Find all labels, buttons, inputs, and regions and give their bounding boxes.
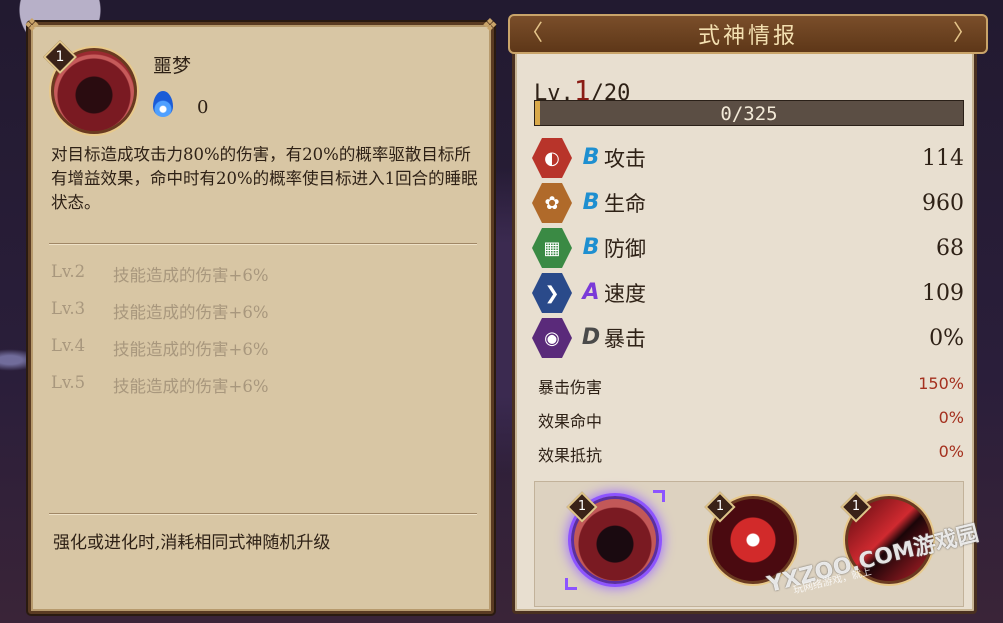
corner-ornament-icon: ❖ (23, 15, 41, 36)
level-label: Lv.4 (51, 336, 86, 355)
eye-icon: ◉ (532, 318, 572, 358)
level-label: Lv.3 (51, 299, 86, 318)
stat-name: 攻击 (604, 147, 646, 171)
level-effect: 技能造成的伤害+6% (113, 266, 269, 285)
stat-value: 109 (922, 280, 964, 306)
level-effect: 技能造成的伤害+6% (113, 303, 269, 322)
skill-avatar: 1 (43, 40, 140, 137)
skill-name: 噩梦 (153, 55, 192, 77)
header-ornament-icon: 〉 (952, 21, 975, 46)
sub-stat-effect-hit: 效果命中 0% (538, 408, 964, 432)
sub-stat-value: 0% (938, 408, 964, 427)
stat-row-crit: ◉ D 暴击 0% (532, 317, 964, 359)
armor-icon: ▦ (532, 228, 572, 268)
stat-value: 0% (929, 325, 964, 351)
stat-name: 速度 (604, 282, 646, 306)
skill-detail-panel: ❖ ❖ 1 噩梦 0 对目标造成攻击力80%的伤害，有20%的概率驱散目标所有增… (24, 15, 498, 614)
stat-grade: B (582, 145, 600, 170)
stat-name: 生命 (604, 192, 646, 216)
stat-value: 960 (922, 190, 964, 216)
stat-row-hp: ✿ B 生命 960 (532, 182, 964, 224)
selection-corner (653, 490, 665, 502)
stat-row-speed: ❯ A 速度 109 (532, 272, 964, 314)
level-upgrade-list: Lv.2 技能造成的伤害+6% Lv.3 技能造成的伤害+6% Lv.4 技能造… (51, 262, 471, 410)
sub-stat-name: 效果抵抗 (538, 446, 603, 465)
skill-cost: 0 (197, 97, 209, 118)
header-ornament-icon: 〈 (520, 21, 543, 46)
stat-row-defense: ▦ B 防御 68 (532, 227, 964, 269)
skill-level: 1 (851, 499, 861, 514)
stat-grade: B (582, 235, 600, 260)
stat-grade: D (581, 325, 601, 350)
sub-stat-name: 效果命中 (538, 412, 603, 431)
level-label: Lv.5 (51, 373, 86, 392)
list-item: Lv.2 技能造成的伤害+6% (51, 262, 471, 299)
upgrade-note: 强化或进化时,消耗相同式神随机升级 (53, 533, 331, 553)
sub-stat-value: 150% (918, 374, 964, 393)
sub-stat-name: 暴击伤害 (538, 378, 603, 397)
divider (49, 243, 477, 245)
stat-row-attack: ◐ B 攻击 114 (532, 137, 964, 179)
stat-name: 防御 (604, 237, 646, 261)
panel-header: 〈 式神情报 〉 (508, 14, 988, 54)
level-badge-number: 1 (55, 49, 65, 65)
fan-icon: ◐ (532, 138, 572, 178)
exp-text: 0/325 (720, 103, 778, 125)
divider (49, 513, 477, 515)
sub-stat-effect-resist: 效果抵抗 0% (538, 442, 964, 466)
list-item: Lv.4 技能造成的伤害+6% (51, 336, 471, 373)
stat-value: 68 (936, 235, 964, 261)
exp-bar: 0/325 (534, 100, 964, 126)
stat-grade: B (582, 190, 600, 215)
skill-slot-1[interactable]: 1 (565, 490, 665, 590)
blue-spirit-fire-icon (153, 91, 173, 117)
stat-value: 114 (922, 145, 964, 171)
level-effect: 技能造成的伤害+6% (113, 340, 269, 359)
arrow-icon: ❯ (532, 273, 572, 313)
selection-corner (565, 578, 577, 590)
skill-description: 对目标造成攻击力80%的伤害，有20%的概率驱散目标所有增益效果，命中时有20%… (51, 145, 478, 212)
skill-level: 1 (577, 499, 587, 514)
corner-ornament-icon: ❖ (481, 15, 499, 36)
panel-title: 式神情报 (697, 24, 798, 49)
sub-stat-value: 0% (938, 442, 964, 461)
skill-level: 1 (715, 499, 725, 514)
sub-stat-crit-damage: 暴击伤害 150% (538, 374, 964, 398)
list-item: Lv.3 技能造成的伤害+6% (51, 299, 471, 336)
scroll-icon: ✿ (532, 183, 572, 223)
level-effect: 技能造成的伤害+6% (113, 377, 269, 396)
list-item: Lv.5 技能造成的伤害+6% (51, 373, 471, 410)
level-label: Lv.2 (51, 262, 86, 281)
stat-name: 暴击 (604, 327, 646, 351)
stat-grade: A (582, 280, 600, 305)
